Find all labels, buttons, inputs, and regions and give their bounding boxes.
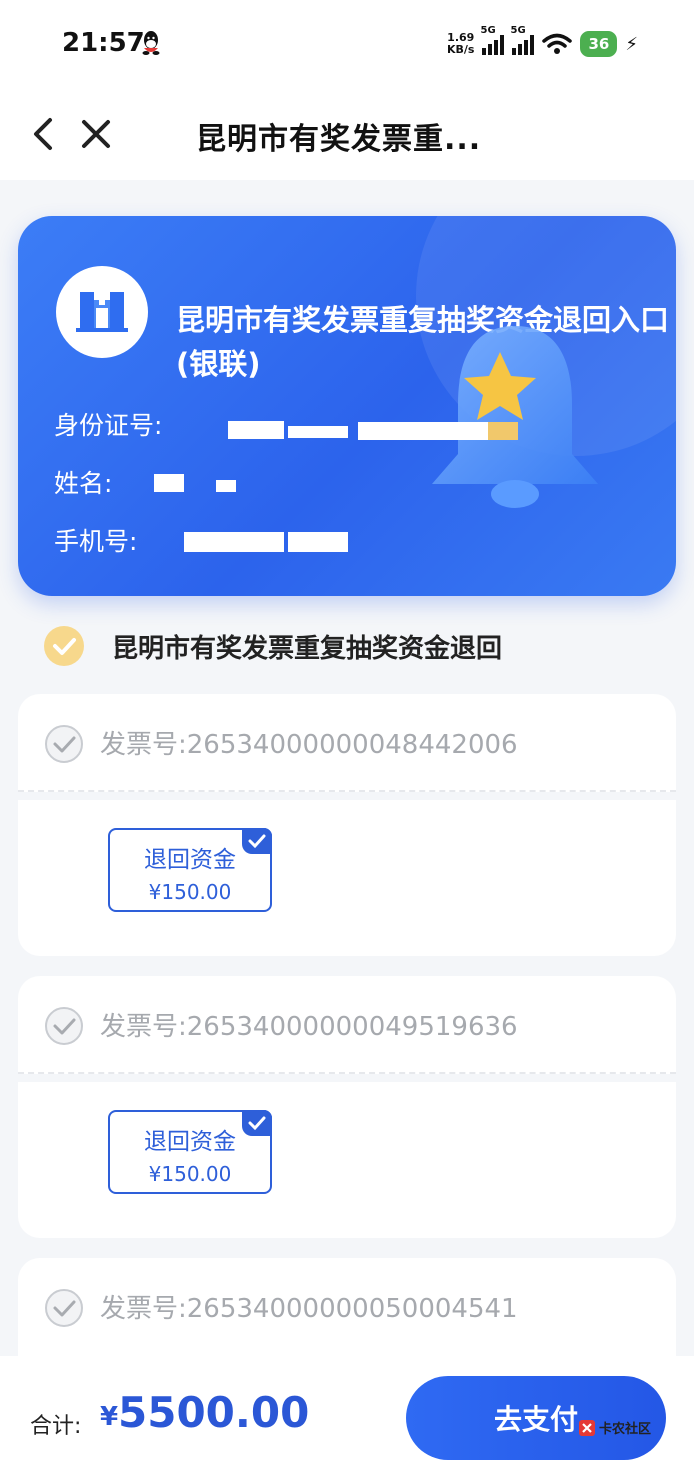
id-number-label: 身份证号:	[54, 411, 163, 440]
check-circle-icon[interactable]	[44, 626, 84, 666]
id-number-row: 身份证号:	[54, 406, 162, 442]
check-circle-icon[interactable]	[44, 724, 84, 764]
section-header[interactable]: 昆明市有奖发票重复抽奖资金退回	[44, 624, 502, 668]
name-row: 姓名:	[54, 464, 112, 500]
invoice-number: 发票号:26534000000048442006	[100, 730, 518, 760]
network-speed: 1.69 KB/s	[447, 32, 474, 56]
back-icon[interactable]	[26, 112, 66, 156]
footer-bar: 合计: ¥ 5500.00 去支付	[0, 1356, 694, 1473]
invoice-body: 退回资金 ¥150.00	[18, 1082, 676, 1238]
refund-amount: ¥150.00	[148, 1162, 232, 1186]
invoice-header[interactable]: 发票号:26534000000048442006	[18, 694, 676, 792]
signal-sim2-icon: 5G	[510, 25, 535, 55]
watermark: 卡农社区	[578, 1418, 651, 1437]
network-speed-unit: KB/s	[447, 43, 475, 56]
phone-label: 手机号:	[54, 527, 138, 556]
name-redacted-2	[216, 480, 236, 492]
invoice-header[interactable]: 发票号:26534000000049519636	[18, 976, 676, 1074]
qq-icon	[142, 31, 160, 55]
nav-bar: 昆明市有奖发票重...	[0, 92, 694, 180]
id-number-redacted	[228, 421, 284, 439]
charging-icon: ⚡	[625, 33, 638, 55]
invoice-header[interactable]: 发票号:26534000000050004541	[18, 1258, 676, 1356]
total-label: 合计:	[30, 1414, 82, 1439]
page-title: 昆明市有奖发票重...	[196, 122, 482, 157]
watermark-text: 卡农社区	[599, 1422, 652, 1437]
building-icon	[76, 292, 128, 332]
name-redacted	[154, 474, 184, 492]
status-indicators: 1.69 KB/s 5G 5G 36 ⚡	[447, 25, 638, 62]
selected-check-icon	[242, 828, 272, 854]
invoice-body: 退回资金 ¥150.00	[18, 800, 676, 956]
selected-check-icon	[242, 1110, 272, 1136]
battery-level: 36	[580, 31, 618, 57]
check-circle-icon[interactable]	[44, 1006, 84, 1046]
phone-row: 手机号:	[54, 522, 137, 558]
invoice-number: 发票号:26534000000050004541	[100, 1294, 518, 1324]
phone-redacted	[184, 532, 284, 552]
close-icon[interactable]	[76, 114, 116, 154]
phone-redacted-2	[288, 532, 348, 552]
status-time: 21:57	[62, 28, 145, 58]
bank-logo	[56, 266, 148, 358]
id-number-redacted-4	[488, 422, 518, 440]
info-card: 昆明市有奖发票重复抽奖资金退回入口(银联) 身份证号: 姓名: 手机号:	[18, 216, 676, 596]
sim2-label: 5G	[510, 25, 526, 36]
total-amount: 5500.00	[118, 1388, 310, 1437]
section-title: 昆明市有奖发票重复抽奖资金退回	[112, 633, 503, 664]
wifi-icon	[542, 33, 573, 54]
check-circle-icon[interactable]	[44, 1288, 84, 1328]
refund-option[interactable]: 退回资金 ¥150.00	[108, 828, 272, 912]
invoice-number: 发票号:26534000000049519636	[100, 1012, 518, 1042]
total-currency: ¥	[100, 1402, 119, 1432]
refund-amount: ¥150.00	[148, 880, 232, 904]
name-label: 姓名:	[54, 469, 113, 498]
watermark-logo-icon	[579, 1419, 595, 1436]
id-number-redacted-3	[358, 422, 488, 440]
status-bar: 21:57 1.69 KB/s 5G 5G 36 ⚡	[0, 0, 694, 92]
refund-option[interactable]: 退回资金 ¥150.00	[108, 1110, 272, 1194]
signal-sim1-icon: 5G	[480, 25, 505, 55]
bell-star-icon	[432, 326, 598, 508]
id-number-redacted-2	[288, 426, 348, 438]
sim1-label: 5G	[480, 25, 496, 36]
